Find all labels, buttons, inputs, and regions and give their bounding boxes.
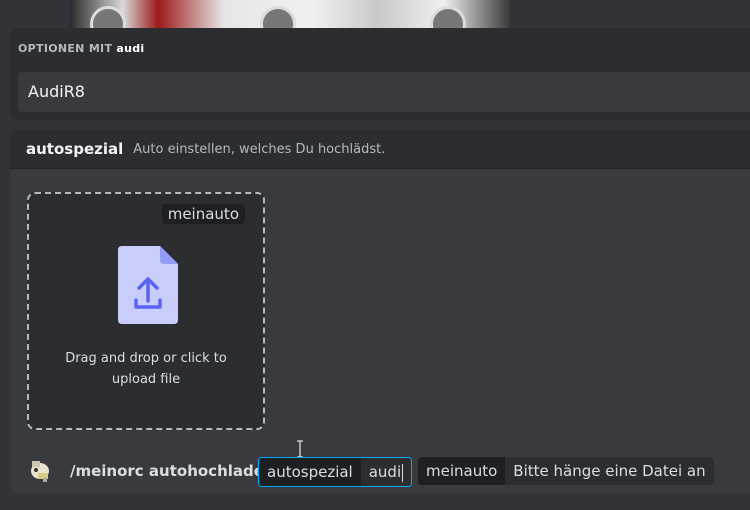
option-pill-autospezial[interactable]: autospezial audi [258, 457, 413, 487]
option-pill-meinauto[interactable]: meinauto Bitte hänge eine Datei an [418, 457, 714, 485]
options-header-prefix: OPTIONEN MIT [18, 42, 113, 55]
wheel-shape [430, 6, 466, 28]
option-pill-name: meinauto [418, 457, 506, 485]
autocomplete-options-panel: OPTIONEN MIT audi AudiR8 [10, 28, 750, 120]
command-option-panel: autospezial Auto einstellen, welches Du … [10, 130, 750, 494]
option-pill-value[interactable]: Bitte hänge eine Datei an [505, 457, 714, 485]
option-item-label: AudiR8 [28, 82, 85, 101]
options-header-query: audi [116, 42, 145, 55]
file-upload-dropzone[interactable]: meinauto Drag and drop or click to uploa… [27, 192, 265, 430]
options-header: OPTIONEN MIT audi [18, 42, 145, 55]
option-pill-name: autospezial [259, 458, 361, 486]
wheel-shape [90, 6, 126, 28]
option-item-audir8[interactable]: AudiR8 [18, 72, 750, 112]
wheel-shape [260, 6, 296, 28]
upload-file-icon [118, 246, 178, 324]
bot-avatar-icon [31, 461, 49, 482]
command-option-name: autospezial [26, 140, 124, 158]
option-pill-value[interactable]: audi [360, 458, 412, 486]
car-image-preview [70, 0, 510, 28]
dropzone-instructions: Drag and drop or click to upload file [65, 351, 227, 387]
slash-command-name: /meinorc autohochladen [70, 462, 275, 480]
command-option-header: autospezial Auto einstellen, welches Du … [10, 130, 750, 169]
chat-input-bar[interactable]: /meinorc autohochladen autospezial audi … [10, 446, 750, 494]
dropzone-option-tag: meinauto [161, 204, 245, 224]
command-option-description: Auto einstellen, welches Du hochlädst. [133, 141, 386, 157]
